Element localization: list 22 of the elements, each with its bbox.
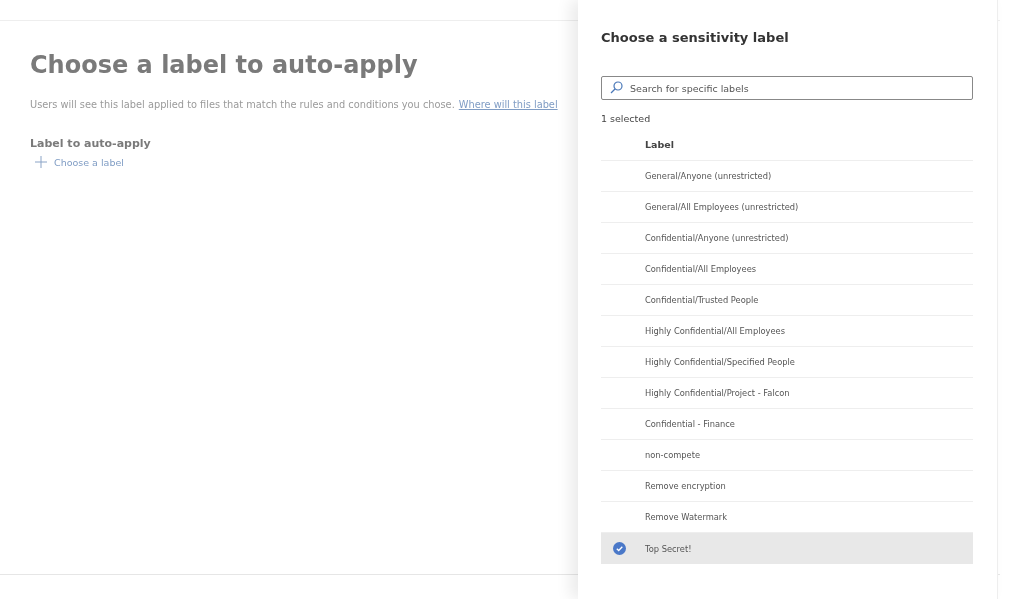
label-row[interactable]: Highly Confidential/All Employees xyxy=(601,316,973,347)
label-row[interactable]: Confidential/Anyone (unrestricted) xyxy=(601,223,973,254)
plus-icon xyxy=(35,156,47,168)
section-label: Label to auto-apply xyxy=(30,137,151,150)
label-row[interactable]: Confidential - Finance xyxy=(601,409,973,440)
label-row[interactable]: Confidential/All Employees xyxy=(601,254,973,285)
search-icon xyxy=(610,81,623,94)
label-row[interactable]: non-compete xyxy=(601,440,973,471)
column-header: Label xyxy=(645,139,674,150)
label-row[interactable]: General/All Employees (unrestricted) xyxy=(601,192,973,223)
description-text: Users will see this label applied to files that match the rules and conditions you chose. xyxy=(30,99,455,110)
label-row[interactable]: Highly Confidential/Specified People xyxy=(601,347,973,378)
label-row[interactable]: General/Anyone (unrestricted) xyxy=(601,161,973,192)
label-row[interactable]: Top Secret! xyxy=(601,533,973,564)
label-row[interactable]: Confidential/Trusted People xyxy=(601,285,973,316)
selected-count: 1 selected xyxy=(601,113,652,124)
page-title: Choose a label to auto-apply xyxy=(30,51,419,79)
search-field[interactable]: Search for specific labels xyxy=(601,76,973,100)
label-row[interactable]: Highly Confidential/Project - Falcon xyxy=(601,378,973,409)
label-row[interactable]: Remove encryption xyxy=(601,471,973,502)
check-circle-icon xyxy=(612,542,626,555)
panel-title: Choose a sensitivity label xyxy=(601,30,790,45)
